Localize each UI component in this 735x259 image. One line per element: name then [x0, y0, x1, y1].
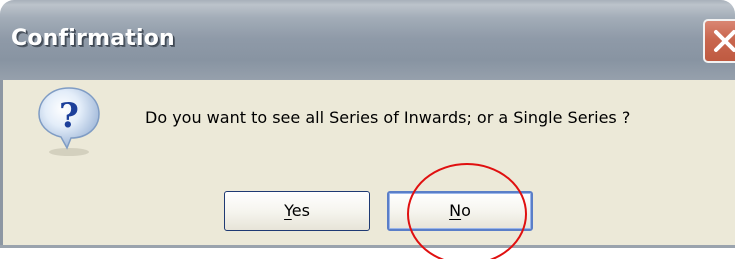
- confirmation-dialog: Confirmation ? Do you want to see all Se…: [0, 0, 735, 259]
- question-icon: ?: [38, 87, 100, 156]
- no-button-mnemonic: N: [449, 201, 462, 220]
- title-bar[interactable]: Confirmation: [0, 0, 735, 80]
- close-button[interactable]: [703, 19, 735, 63]
- message-text: Do you want to see all Series of Inwards…: [145, 108, 631, 127]
- yes-button-label: es: [291, 201, 310, 220]
- close-icon: [714, 30, 735, 52]
- yes-button-mnemonic: Y: [284, 201, 292, 220]
- svg-text:?: ?: [59, 96, 79, 136]
- no-button[interactable]: No: [387, 191, 533, 231]
- background: [0, 248, 735, 259]
- window-title: Confirmation: [11, 26, 175, 51]
- yes-button[interactable]: Yes: [224, 191, 370, 231]
- no-button-label: o: [461, 201, 471, 220]
- dialog-body: [0, 80, 735, 259]
